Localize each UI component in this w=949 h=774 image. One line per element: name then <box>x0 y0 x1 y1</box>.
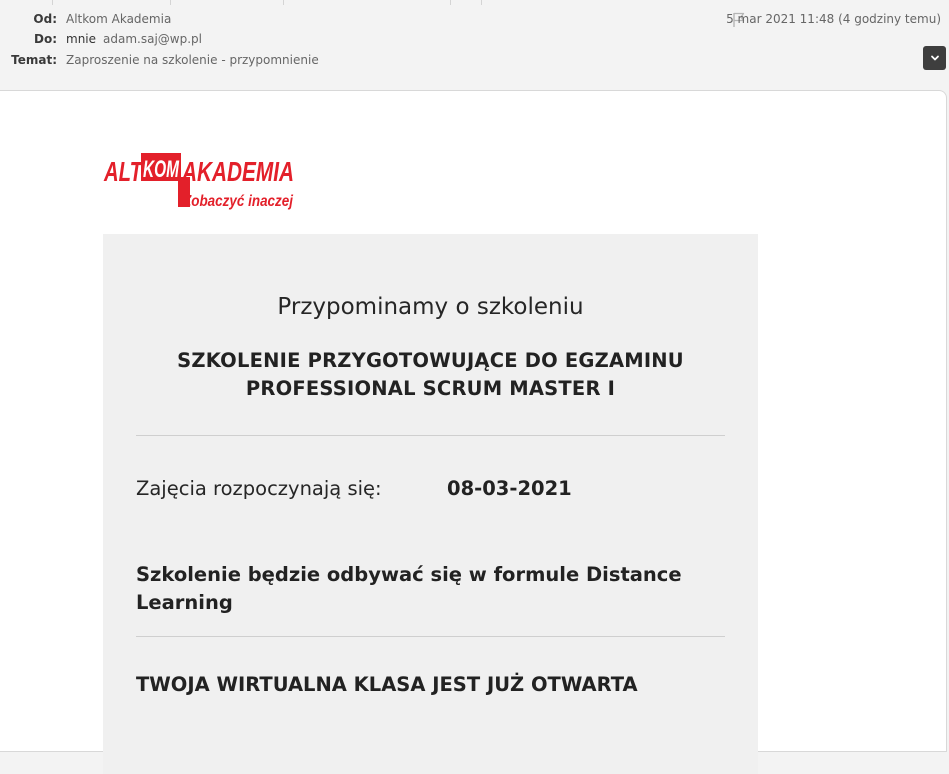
virtual-classroom-text: TWOJA WIRTUALNA KLASA JEST JUŻ OTWARTA <box>136 673 638 696</box>
training-format-text: Szkolenie będzie odbywać się w formule D… <box>136 563 682 614</box>
start-date-label: Zajęcia rozpoczynają się: <box>136 477 382 500</box>
message-header: Od: Altkom Akademia Do: mnie adam.saj@wp.… <box>0 0 949 82</box>
subject-label: Temat: <box>11 53 57 67</box>
expand-details-button[interactable] <box>923 46 946 70</box>
message-body: ALT KOM AKADEMIA Zobaczyć inaczej Przypo… <box>0 90 947 774</box>
invitation-card: Przypominamy o szkoleniu SZKOLENIE PRZYG… <box>103 234 758 774</box>
from-label: Od: <box>33 12 57 26</box>
logo-text-akademia: AKADEMIA <box>181 156 294 187</box>
course-title-line-1: SZKOLENIE PRZYGOTOWUJĄCE DO EGZAMINU <box>177 349 684 372</box>
message-date: 5 mar 2021 11:48 (4 godziny temu) <box>726 12 941 26</box>
course-title-line-2: PROFESSIONAL SCRUM MASTER I <box>245 377 616 400</box>
subject-value: Zaproszenie na szkolenie - przypomnienie <box>66 53 319 67</box>
toolbar-dividers <box>0 0 949 5</box>
start-date-value: 08-03-2021 <box>447 477 572 500</box>
divider <box>136 435 725 436</box>
course-title: SZKOLENIE PRZYGOTOWUJĄCE DO EGZAMINU PRO… <box>136 347 725 403</box>
to-label: Do: <box>33 32 57 46</box>
altkom-akademia-logo: ALT KOM AKADEMIA Zobaczyć inaczej <box>103 153 294 210</box>
to-email: adam.saj@wp.pl <box>103 32 202 46</box>
chevron-down-icon <box>930 55 939 61</box>
divider <box>136 636 725 637</box>
reminder-heading: Przypominamy o szkoleniu <box>277 294 584 320</box>
from-sender[interactable]: Altkom Akademia <box>66 11 171 27</box>
logo-text-kom: KOM <box>143 156 180 183</box>
logo-text-alt: ALT <box>103 156 144 187</box>
to-recipient[interactable]: mnie adam.saj@wp.pl <box>66 31 202 47</box>
logo-tagline: Zobaczyć inaczej <box>182 193 293 210</box>
to-name: mnie <box>66 32 97 46</box>
